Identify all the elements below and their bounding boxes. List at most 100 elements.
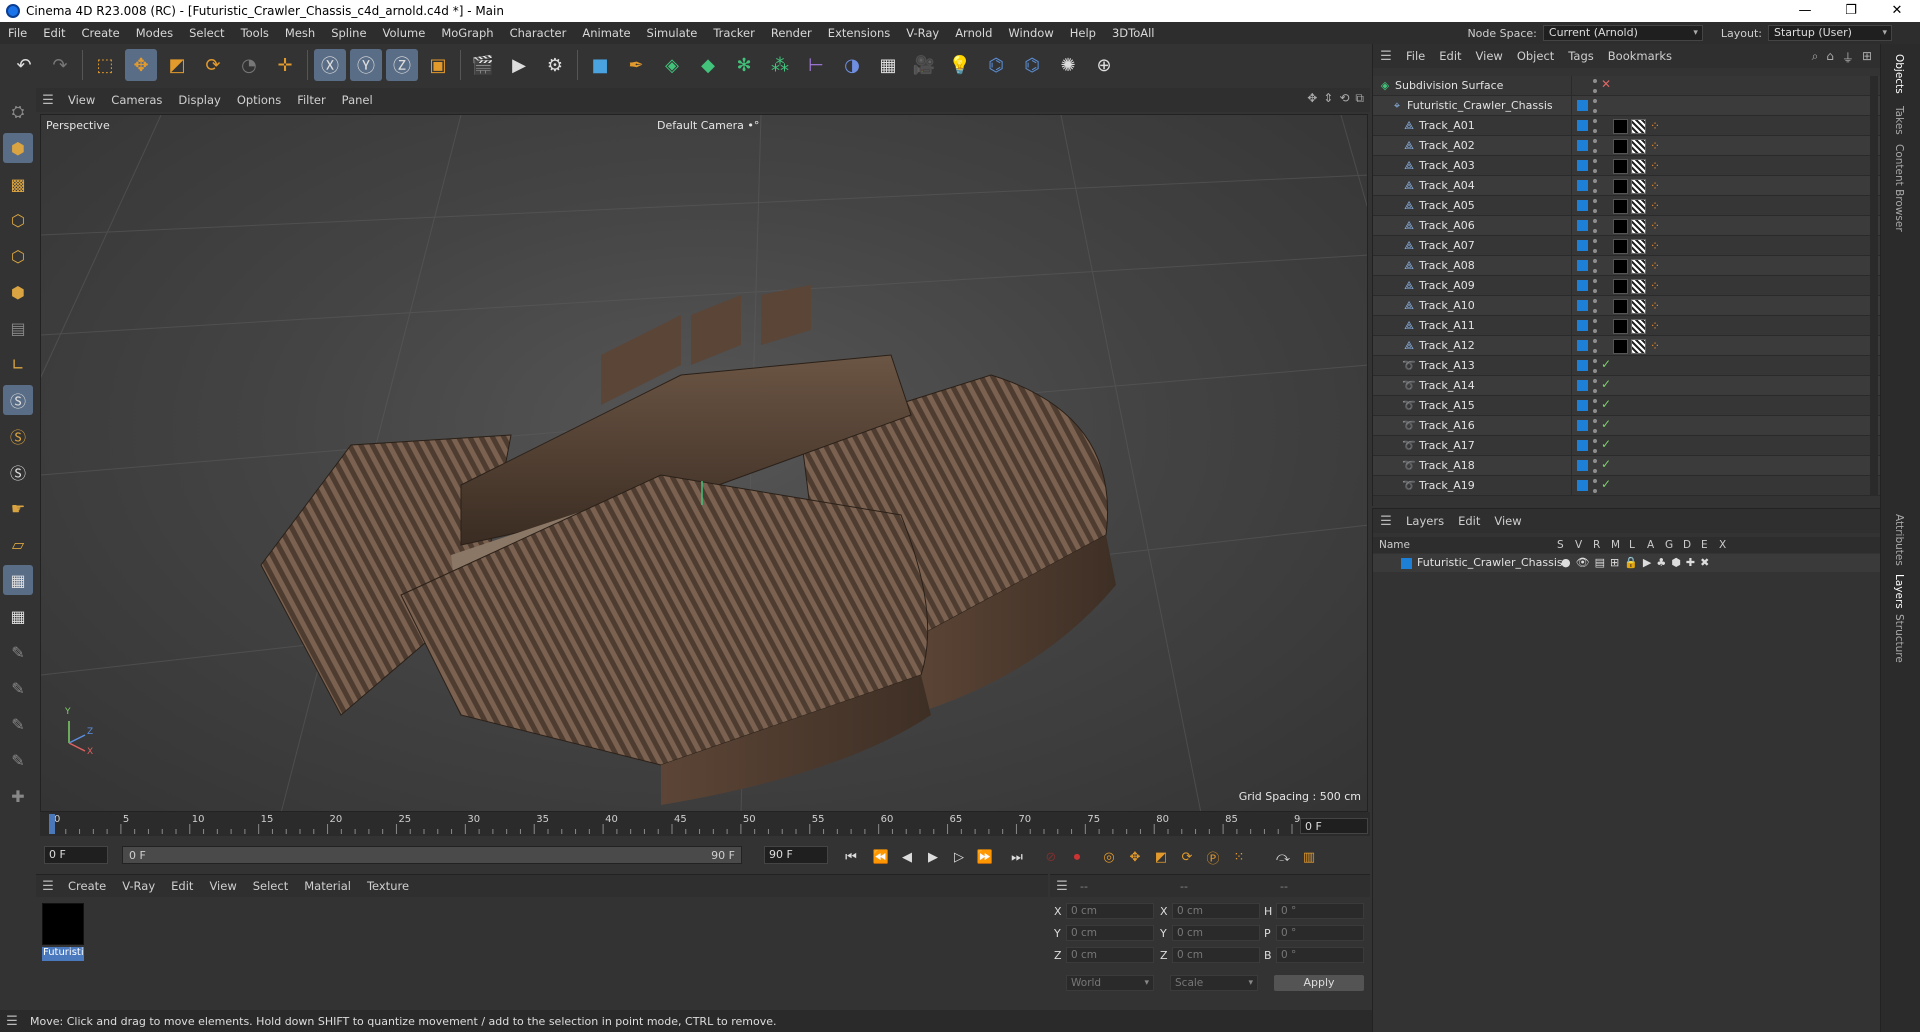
object-row[interactable]: ⟁ Track_A10 ⁘ <box>1373 296 1881 316</box>
coord-pos-y-field[interactable]: 0 cm <box>1066 925 1154 941</box>
layer-render-icon[interactable]: ▤ <box>1595 556 1605 569</box>
hamburger-icon[interactable]: ☰ <box>0 1014 24 1029</box>
sculpt-s-icon[interactable]: ✎ <box>3 745 33 775</box>
material-thumbnail[interactable] <box>42 903 84 945</box>
layer-col-r[interactable]: R <box>1593 539 1600 551</box>
layer-col-e[interactable]: E <box>1701 539 1708 551</box>
sculpt-r-icon[interactable]: ✎ <box>3 709 33 739</box>
floor-icon[interactable]: ▦ <box>872 49 904 81</box>
selection-tag-icon[interactable]: ⁘ <box>1650 279 1660 293</box>
material-tag-icon[interactable] <box>1613 199 1628 214</box>
selection-tag-icon[interactable]: ⁘ <box>1650 319 1660 333</box>
selection-tag-icon[interactable]: ⁘ <box>1650 139 1660 153</box>
key-selection-icon[interactable]: ◎ <box>1098 846 1120 868</box>
timeline-playhead[interactable] <box>49 814 55 834</box>
apply-button[interactable]: Apply <box>1274 975 1364 991</box>
layer-col-d[interactable]: D <box>1683 539 1691 551</box>
object-name[interactable]: Track_A11 <box>1419 319 1475 332</box>
object-list-scrollbar[interactable] <box>1870 76 1878 496</box>
material-menu-vray[interactable]: V-Ray <box>114 879 163 893</box>
transform-tool-icon[interactable]: ✛ <box>269 49 301 81</box>
sculpt-p-icon[interactable]: ✎ <box>3 673 33 703</box>
object-row[interactable]: ➰ Track_A15 ✓ <box>1373 396 1881 416</box>
object-row[interactable]: ➰ Track_A19 ✓ <box>1373 476 1881 496</box>
coord-space-dropdown[interactable]: World <box>1066 975 1154 991</box>
material-tag-icon[interactable] <box>1613 119 1628 134</box>
menu-vray[interactable]: V-Ray <box>898 26 947 40</box>
extra-tool-icon[interactable]: ✚ <box>3 781 33 811</box>
viewport-menu-filter[interactable]: Filter <box>289 93 333 107</box>
selection-tag-icon[interactable]: ⁘ <box>1650 339 1660 353</box>
key-parameter-icon[interactable]: Ⓟ <box>1202 846 1224 868</box>
solo-icon[interactable]: ▦ <box>3 601 33 631</box>
coord-size-y-field[interactable]: 0 cm <box>1172 925 1260 941</box>
subdivision-surface-icon[interactable]: ◈ <box>656 49 688 81</box>
layer-color-swatch[interactable] <box>1577 120 1588 131</box>
coord-rot-h-field[interactable]: 0 ° <box>1276 903 1364 919</box>
material-menu-select[interactable]: Select <box>245 879 296 893</box>
object-name[interactable]: Track_A02 <box>1419 139 1475 152</box>
material-tag-icon[interactable] <box>1613 139 1628 154</box>
object-row[interactable]: ⟁ Track_A12 ⁘ <box>1373 336 1881 356</box>
hamburger-icon[interactable]: ☰ <box>1373 49 1399 64</box>
menu-mograph[interactable]: MoGraph <box>433 26 501 40</box>
material-tag-icon[interactable] <box>1613 239 1628 254</box>
object-name[interactable]: Track_A05 <box>1419 199 1475 212</box>
layer-color-swatch[interactable] <box>1577 260 1588 271</box>
visibility-dots-icon[interactable] <box>1593 379 1599 393</box>
material-tag-icon[interactable] <box>1613 179 1628 194</box>
redo-icon[interactable]: ↷ <box>44 49 76 81</box>
uvw-tag-icon[interactable] <box>1631 279 1646 294</box>
deformer-icon[interactable]: ⊢ <box>800 49 832 81</box>
rotate-tool-icon[interactable]: ⟳ <box>197 49 229 81</box>
object-name[interactable]: Track_A14 <box>1419 379 1475 392</box>
object-name[interactable]: Track_A15 <box>1419 399 1475 412</box>
layer-col-g[interactable]: G <box>1665 539 1673 551</box>
maximize-view-icon[interactable]: ⧉ <box>1355 91 1364 106</box>
layer-color-swatch[interactable] <box>1577 400 1588 411</box>
enabled-check-icon[interactable]: ✓ <box>1601 397 1611 411</box>
uvw-tag-icon[interactable] <box>1631 339 1646 354</box>
uvw-tag-icon[interactable] <box>1631 119 1646 134</box>
object-menu-bookmarks[interactable]: Bookmarks <box>1601 49 1679 63</box>
uvw-tag-icon[interactable] <box>1631 239 1646 254</box>
end-frame-field[interactable]: 90 F <box>764 846 828 864</box>
layer-color-swatch[interactable] <box>1577 160 1588 171</box>
extrude-generator-icon[interactable]: ◆ <box>692 49 724 81</box>
layer-row[interactable]: Futuristic_Crawler_Chassis ● 👁 ▤ ⊞ 🔒 ▶ ♣… <box>1373 554 1881 572</box>
close-button[interactable]: ✕ <box>1874 0 1920 22</box>
object-row[interactable]: ⟁ Track_A11 ⁘ <box>1373 316 1881 336</box>
hamburger-icon[interactable]: ☰ <box>36 93 60 108</box>
object-row[interactable]: ⟁ Track_A04 ⁘ <box>1373 176 1881 196</box>
object-menu-object[interactable]: Object <box>1510 49 1561 63</box>
python-script-icon[interactable]: ⌬ <box>980 49 1012 81</box>
menu-window[interactable]: Window <box>1000 26 1061 40</box>
material-menu-edit[interactable]: Edit <box>163 879 201 893</box>
object-row[interactable]: ◈ Subdivision Surface ✕ <box>1373 76 1881 96</box>
undo-icon[interactable]: ↶ <box>8 49 40 81</box>
coord-rot-p-field[interactable]: 0 ° <box>1276 925 1364 941</box>
locked-workplane-icon[interactable]: ▦ <box>3 565 33 595</box>
uvw-tag-icon[interactable] <box>1631 159 1646 174</box>
object-name[interactable]: Subdivision Surface <box>1395 79 1503 92</box>
go-to-start-icon[interactable]: ⏮ <box>840 846 862 868</box>
current-frame-field[interactable]: 0 F <box>1300 818 1368 834</box>
y-axis-lock-icon[interactable]: Ⓨ <box>350 49 382 81</box>
coord-pos-z-field[interactable]: 0 cm <box>1066 947 1154 963</box>
uvw-tag-icon[interactable] <box>1631 299 1646 314</box>
object-row[interactable]: ⟁ Track_A06 ⁘ <box>1373 216 1881 236</box>
hamburger-icon[interactable]: ☰ <box>1050 879 1074 894</box>
visibility-dots-icon[interactable] <box>1593 199 1599 213</box>
visibility-dots-icon[interactable] <box>1593 299 1599 313</box>
rotate-view-icon[interactable]: ⟲ <box>1339 91 1349 106</box>
perspective-viewport[interactable]: Perspective Default Camera •° Y Z X Grid… <box>40 114 1368 812</box>
z-axis-lock-icon[interactable]: Ⓩ <box>386 49 418 81</box>
tab-objects[interactable]: Objects <box>1893 54 1905 94</box>
menu-modes[interactable]: Modes <box>128 26 181 40</box>
tab-content-browser[interactable]: Content Browser <box>1893 144 1905 232</box>
key-position-icon[interactable]: ✥ <box>1124 846 1146 868</box>
python-generator-icon[interactable]: ⌬ <box>1016 49 1048 81</box>
layer-color-swatch[interactable] <box>1577 420 1588 431</box>
selection-tag-icon[interactable]: ⁘ <box>1650 159 1660 173</box>
visibility-dots-icon[interactable] <box>1593 139 1599 153</box>
